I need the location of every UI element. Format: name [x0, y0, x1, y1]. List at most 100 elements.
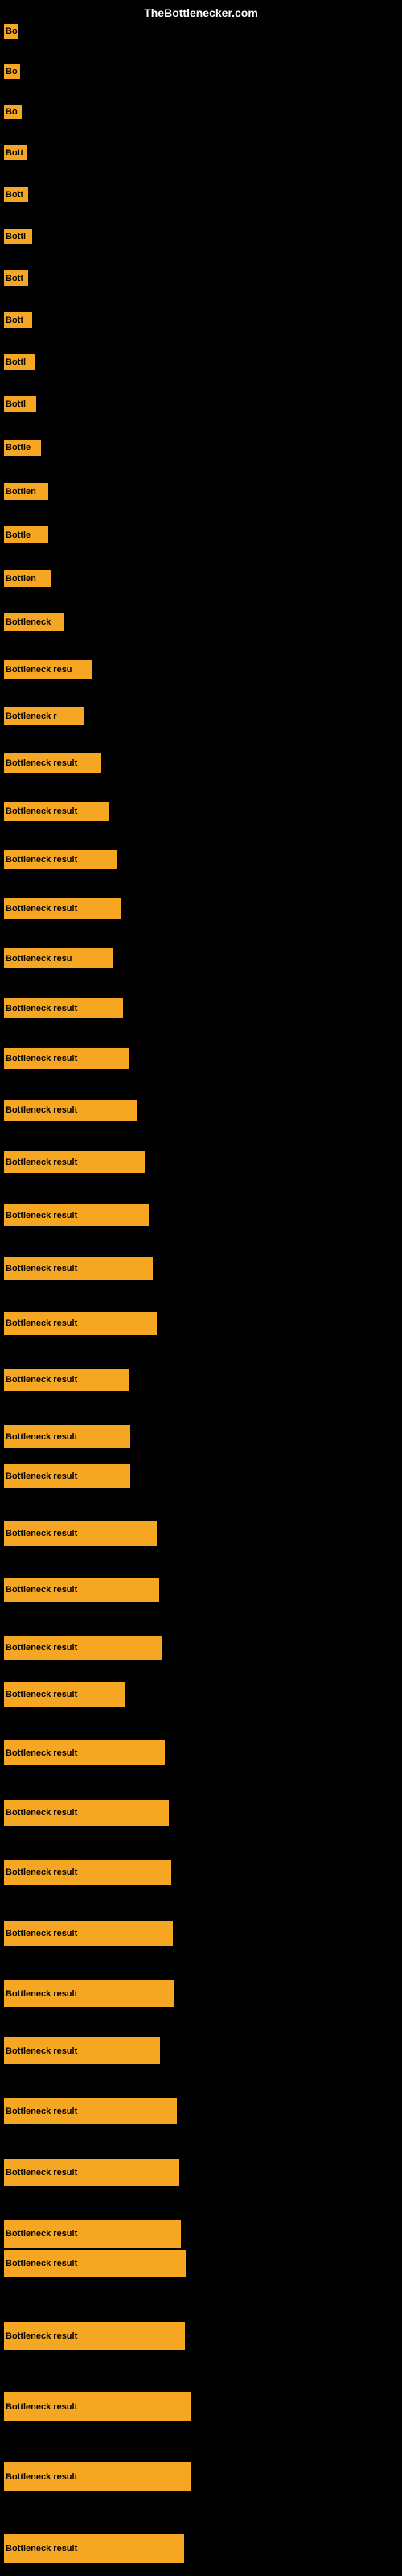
bottleneck-bar-label-16: Bottleneck resu: [6, 665, 72, 675]
bottleneck-bar-label-6: Bottl: [6, 232, 26, 242]
bottleneck-bar-label-3: Bo: [6, 107, 18, 117]
bottleneck-bar-label-11: Bottle: [6, 443, 31, 452]
bottleneck-bar-39: Bottleneck result: [4, 1860, 171, 1885]
bottleneck-bar-label-27: Bottleneck result: [6, 1211, 77, 1220]
bottleneck-bar-28: Bottleneck result: [4, 1257, 153, 1280]
bottleneck-bar-label-9: Bottl: [6, 357, 26, 367]
bottleneck-bar-45: Bottleneck result: [4, 2220, 181, 2248]
bottleneck-bar-18: Bottleneck result: [4, 753, 100, 773]
bottleneck-bar-10: Bottl: [4, 396, 36, 412]
bottleneck-bar-32: Bottleneck result: [4, 1464, 130, 1488]
bottleneck-bar-13: Bottle: [4, 526, 48, 543]
bottleneck-bar-label-4: Bott: [6, 148, 23, 158]
bottleneck-bar-34: Bottleneck result: [4, 1578, 159, 1602]
bottleneck-bar-20: Bottleneck result: [4, 850, 117, 869]
bottleneck-bar-label-1: Bo: [6, 27, 18, 36]
bottleneck-bar-label-22: Bottleneck resu: [6, 954, 72, 964]
bottleneck-bar-31: Bottleneck result: [4, 1425, 130, 1448]
bottleneck-bar-8: Bott: [4, 312, 32, 328]
bottleneck-bar-11: Bottle: [4, 440, 41, 456]
bottleneck-bar-14: Bottlen: [4, 570, 51, 587]
bottleneck-bar-label-48: Bottleneck result: [6, 2402, 77, 2412]
bottleneck-bar-label-13: Bottle: [6, 530, 31, 540]
bottleneck-bar-49: Bottleneck result: [4, 2462, 191, 2491]
bottleneck-bar-label-37: Bottleneck result: [6, 1748, 77, 1758]
bottleneck-bar-7: Bott: [4, 270, 28, 286]
bottleneck-bar-label-31: Bottleneck result: [6, 1432, 77, 1442]
bottleneck-bar-label-10: Bottl: [6, 399, 26, 409]
bottleneck-bar-3: Bo: [4, 105, 22, 119]
bottleneck-bar-23: Bottleneck result: [4, 998, 123, 1018]
bottleneck-bar-16: Bottleneck resu: [4, 660, 92, 679]
bottleneck-bar-label-18: Bottleneck result: [6, 758, 77, 768]
bottleneck-bar-label-44: Bottleneck result: [6, 2168, 77, 2178]
bottleneck-bar-label-33: Bottleneck result: [6, 1529, 77, 1538]
bottleneck-bar-label-36: Bottleneck result: [6, 1690, 77, 1699]
bottleneck-bar-label-32: Bottleneck result: [6, 1472, 77, 1481]
bottleneck-bar-37: Bottleneck result: [4, 1740, 165, 1765]
bottleneck-bar-label-30: Bottleneck result: [6, 1375, 77, 1385]
bottleneck-bar-label-49: Bottleneck result: [6, 2472, 77, 2482]
bottleneck-bar-4: Bott: [4, 145, 27, 160]
bottleneck-bar-label-19: Bottleneck result: [6, 807, 77, 816]
bottleneck-bar-label-15: Bottleneck: [6, 617, 51, 627]
bottleneck-bar-36: Bottleneck result: [4, 1682, 125, 1707]
bottleneck-bar-22: Bottleneck resu: [4, 948, 113, 968]
bottleneck-bar-12: Bottlen: [4, 483, 48, 500]
bottleneck-bar-label-47: Bottleneck result: [6, 2331, 77, 2341]
bottleneck-bar-label-43: Bottleneck result: [6, 2107, 77, 2116]
bottleneck-bar-label-28: Bottleneck result: [6, 1264, 77, 1274]
bottleneck-bar-46: Bottleneck result: [4, 2250, 186, 2277]
bottleneck-bar-29: Bottleneck result: [4, 1312, 157, 1335]
bottleneck-bar-label-39: Bottleneck result: [6, 1868, 77, 1877]
bottleneck-bar-label-40: Bottleneck result: [6, 1929, 77, 1938]
site-title: TheBottlenecker.com: [144, 6, 258, 19]
bottleneck-bar-label-12: Bottlen: [6, 487, 36, 497]
bottleneck-bar-40: Bottleneck result: [4, 1921, 173, 1946]
bottleneck-bar-label-42: Bottleneck result: [6, 2046, 77, 2056]
bottleneck-bar-17: Bottleneck r: [4, 707, 84, 725]
bottleneck-bar-19: Bottleneck result: [4, 802, 109, 821]
bottleneck-bar-24: Bottleneck result: [4, 1048, 129, 1069]
bottleneck-bar-label-14: Bottlen: [6, 574, 36, 584]
bottleneck-bar-42: Bottleneck result: [4, 2037, 160, 2064]
bottleneck-bar-44: Bottleneck result: [4, 2159, 179, 2186]
bottleneck-bar-6: Bottl: [4, 229, 32, 244]
bottleneck-bar-30: Bottleneck result: [4, 1368, 129, 1391]
bottleneck-bar-label-2: Bo: [6, 67, 18, 76]
bottleneck-bar-label-46: Bottleneck result: [6, 2259, 77, 2268]
bottleneck-bar-21: Bottleneck result: [4, 898, 121, 919]
bottleneck-bar-38: Bottleneck result: [4, 1800, 169, 1826]
bottleneck-bar-35: Bottleneck result: [4, 1636, 162, 1660]
bottleneck-bar-label-41: Bottleneck result: [6, 1989, 77, 1999]
bottleneck-bar-label-24: Bottleneck result: [6, 1054, 77, 1063]
bottleneck-bar-50: Bottleneck result: [4, 2534, 184, 2563]
bottleneck-bar-label-26: Bottleneck result: [6, 1158, 77, 1167]
bottleneck-bar-label-21: Bottleneck result: [6, 904, 77, 914]
bottleneck-bar-label-20: Bottleneck result: [6, 855, 77, 865]
bottleneck-bar-label-50: Bottleneck result: [6, 2544, 77, 2553]
bottleneck-bar-label-29: Bottleneck result: [6, 1319, 77, 1328]
bottleneck-bar-label-45: Bottleneck result: [6, 2229, 77, 2239]
bottleneck-bar-47: Bottleneck result: [4, 2322, 185, 2350]
bottleneck-bar-label-17: Bottleneck r: [6, 712, 57, 721]
bottleneck-bar-25: Bottleneck result: [4, 1100, 137, 1121]
bottleneck-bar-label-25: Bottleneck result: [6, 1105, 77, 1115]
bottleneck-bar-1: Bo: [4, 24, 18, 39]
bottleneck-bar-label-35: Bottleneck result: [6, 1643, 77, 1653]
bottleneck-bar-label-7: Bott: [6, 274, 23, 283]
bottleneck-bar-label-8: Bott: [6, 316, 23, 325]
bottleneck-bar-label-34: Bottleneck result: [6, 1585, 77, 1595]
bottleneck-bar-26: Bottleneck result: [4, 1151, 145, 1173]
bottleneck-bar-33: Bottleneck result: [4, 1521, 157, 1546]
bottleneck-bar-label-5: Bott: [6, 190, 23, 200]
bottleneck-bar-5: Bott: [4, 187, 28, 202]
bottleneck-bar-41: Bottleneck result: [4, 1980, 174, 2007]
bottleneck-bar-48: Bottleneck result: [4, 2392, 191, 2421]
bottleneck-bar-27: Bottleneck result: [4, 1204, 149, 1226]
bottleneck-bar-2: Bo: [4, 64, 20, 79]
bottleneck-bar-label-38: Bottleneck result: [6, 1808, 77, 1818]
bottleneck-bar-15: Bottleneck: [4, 613, 64, 631]
bottleneck-bar-9: Bottl: [4, 354, 35, 370]
bottleneck-bar-label-23: Bottleneck result: [6, 1004, 77, 1013]
